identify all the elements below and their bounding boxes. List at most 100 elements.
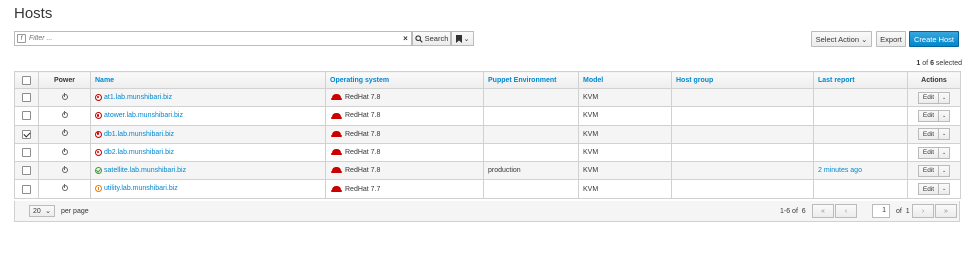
row-checkbox[interactable] xyxy=(22,129,31,139)
search-field[interactable]: f × xyxy=(14,31,412,46)
puppet-env-cell xyxy=(483,87,579,108)
prev-page-button[interactable]: ‹ xyxy=(835,204,857,218)
puppet-env-cell: production xyxy=(483,161,579,181)
host-group-cell xyxy=(671,124,814,144)
search-button[interactable]: Search xyxy=(412,31,451,46)
puppet-env-cell xyxy=(483,179,579,199)
row-actions: Edit ⌄ xyxy=(917,146,951,159)
edit-button[interactable]: Edit xyxy=(917,164,940,177)
bookmark-button[interactable]: ⌄ xyxy=(451,31,474,46)
actions-dropdown-toggle[interactable]: ⌄ xyxy=(939,146,951,159)
last-report-cell xyxy=(813,124,908,144)
per-page-value: 20 xyxy=(33,207,41,215)
column-header-name[interactable]: Name xyxy=(90,71,326,89)
row-checkbox[interactable] xyxy=(22,184,31,194)
per-page-select[interactable]: 20 ⌄ xyxy=(29,205,55,217)
row-checkbox[interactable] xyxy=(22,111,31,121)
row-select-cell xyxy=(14,161,39,181)
select-action-button[interactable]: Select Action ⌄ xyxy=(811,31,872,47)
row-select-cell xyxy=(14,124,39,144)
redhat-icon xyxy=(331,112,342,119)
edit-button[interactable]: Edit xyxy=(917,109,940,122)
selected-count-value: 1 xyxy=(916,60,921,67)
os-cell: RedHat 7.8 xyxy=(325,124,484,144)
chevron-down-icon: ⌄ xyxy=(463,35,470,43)
table-row: satellite.lab.munshibari.biz RedHat 7.8 pr… xyxy=(14,161,961,181)
host-name-link[interactable]: db1.lab.munshibari.biz xyxy=(104,131,174,138)
host-name-link[interactable]: db2.lab.munshibari.biz xyxy=(104,149,174,156)
os-cell: RedHat 7.8 xyxy=(325,87,484,108)
column-header-power: Power xyxy=(38,71,91,89)
host-group-cell xyxy=(671,161,814,181)
last-report-link[interactable]: 2 minutes ago xyxy=(818,167,862,174)
filter-type-icon[interactable]: f xyxy=(17,34,26,43)
actions-dropdown-toggle[interactable]: ⌄ xyxy=(939,109,951,122)
selection-count: 1 of 6 selected xyxy=(916,60,962,67)
row-actions: Edit ⌄ xyxy=(917,91,951,104)
redhat-icon xyxy=(331,94,342,101)
power-cell xyxy=(38,142,91,163)
row-actions: Edit ⌄ xyxy=(917,164,951,177)
chevron-down-icon: ⌄ xyxy=(941,167,947,174)
actions-dropdown-toggle[interactable]: ⌄ xyxy=(939,164,951,177)
chevron-right-icon: › xyxy=(921,207,925,215)
column-header-host-group[interactable]: Host group xyxy=(671,71,814,89)
last-report-cell xyxy=(813,142,908,163)
host-name-link[interactable]: utility.lab.munshibari.biz xyxy=(104,185,178,192)
search-button-label: Search xyxy=(424,34,449,43)
first-page-button[interactable]: « xyxy=(812,204,834,218)
create-host-button[interactable]: Create Host xyxy=(909,31,959,47)
column-header-os[interactable]: Operating system xyxy=(325,71,484,89)
actions-dropdown-toggle[interactable]: ⌄ xyxy=(939,183,951,196)
table-row: db1.lab.munshibari.biz RedHat 7.8 KVM Edit ⌄ xyxy=(14,124,961,144)
model-cell: KVM xyxy=(578,161,672,181)
actions-cell: Edit ⌄ xyxy=(907,142,961,163)
redhat-icon xyxy=(331,130,342,137)
model-cell: KVM xyxy=(578,87,672,108)
os-value: RedHat 7.8 xyxy=(345,112,381,120)
edit-button[interactable]: Edit xyxy=(917,183,940,196)
row-checkbox[interactable] xyxy=(22,93,31,103)
os-value: RedHat 7.8 xyxy=(345,167,381,175)
next-page-button[interactable]: › xyxy=(912,204,934,218)
last-page-button[interactable]: » xyxy=(935,204,957,218)
pagination-bar: 20 ⌄ per page 1-6 of 6 « ‹ 1 of 1 › » xyxy=(14,201,960,222)
actions-dropdown-toggle[interactable]: ⌄ xyxy=(939,91,951,104)
os-value: RedHat 7.8 xyxy=(345,149,381,157)
chevron-down-icon: ⌄ xyxy=(941,112,947,119)
actions-dropdown-toggle[interactable]: ⌄ xyxy=(939,128,951,141)
actions-cell: Edit ⌄ xyxy=(907,124,961,144)
search-input[interactable] xyxy=(29,32,401,45)
name-cell: utility.lab.munshibari.biz xyxy=(90,179,326,199)
actions-cell: Edit ⌄ xyxy=(907,179,961,199)
select-all-checkbox[interactable] xyxy=(22,75,31,85)
redhat-icon xyxy=(331,149,342,156)
row-actions: Edit ⌄ xyxy=(917,109,951,122)
host-name-link[interactable]: at1.lab.munshibari.biz xyxy=(104,94,172,101)
chevron-down-icon: ⌄ xyxy=(861,34,868,44)
edit-button[interactable]: Edit xyxy=(917,146,940,159)
column-header-puppet-env[interactable]: Puppet Environment xyxy=(483,71,579,89)
row-checkbox[interactable] xyxy=(22,148,31,158)
chevron-down-icon: ⌄ xyxy=(941,149,947,156)
column-header-last-report[interactable]: Last report xyxy=(813,71,908,89)
edit-button[interactable]: Edit xyxy=(917,91,940,104)
table-row: utility.lab.munshibari.biz RedHat 7.7 KVM E… xyxy=(14,179,961,199)
pagination-range: 1-6 of 6 xyxy=(780,208,806,215)
select-action-label: Select Action xyxy=(815,34,859,44)
page-title: Hosts xyxy=(14,5,53,22)
name-cell: db1.lab.munshibari.biz xyxy=(90,124,326,144)
edit-button[interactable]: Edit xyxy=(917,128,940,141)
name-cell: at1.lab.munshibari.biz xyxy=(90,87,326,108)
host-name-link[interactable]: atower.lab.munshibari.biz xyxy=(104,112,183,119)
export-button[interactable]: Export xyxy=(876,31,906,47)
power-cell xyxy=(38,179,91,199)
total-pages: 1 xyxy=(905,208,910,215)
power-cell xyxy=(38,124,91,144)
column-header-model[interactable]: Model xyxy=(578,71,672,89)
current-page-input[interactable]: 1 xyxy=(872,204,890,218)
host-name-link[interactable]: satellite.lab.munshibari.biz xyxy=(104,167,186,174)
os-cell: RedHat 7.7 xyxy=(325,179,484,199)
row-checkbox[interactable] xyxy=(22,166,31,176)
clear-icon[interactable]: × xyxy=(401,34,410,43)
